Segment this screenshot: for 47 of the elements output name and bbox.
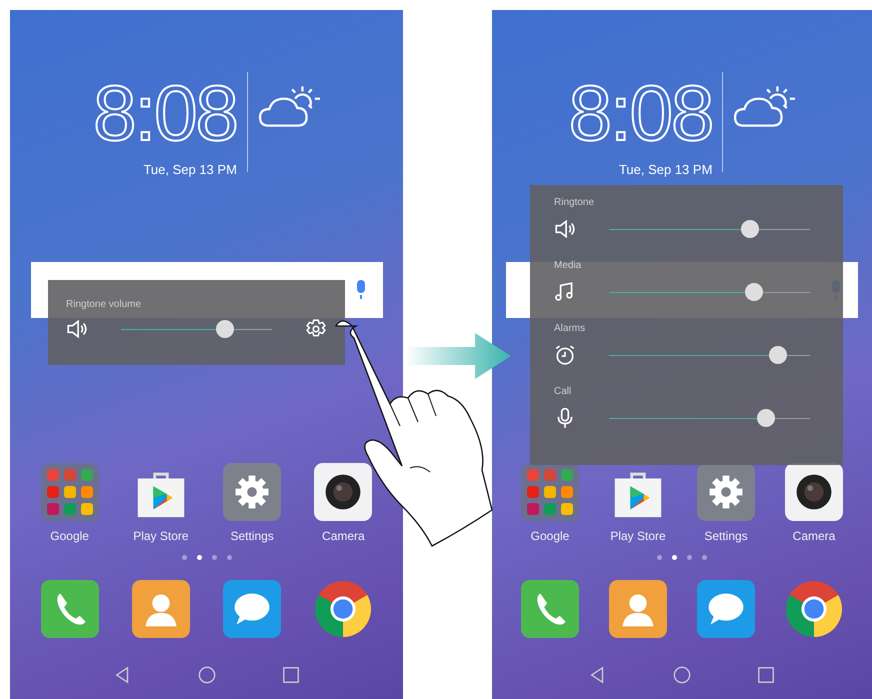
page-dot[interactable] bbox=[687, 555, 692, 560]
browser-icon[interactable] bbox=[314, 580, 372, 638]
phone-icon[interactable] bbox=[521, 580, 579, 638]
gear-icon[interactable] bbox=[697, 463, 755, 521]
app-label: Play Store bbox=[133, 529, 189, 543]
app-folder-icon[interactable] bbox=[521, 463, 579, 521]
page-dot[interactable] bbox=[182, 555, 186, 560]
microphone-icon[interactable] bbox=[354, 280, 366, 300]
app-label: Settings bbox=[704, 529, 748, 543]
browser-icon[interactable] bbox=[785, 580, 843, 638]
clock-date: Tue, Sep 13 PM bbox=[143, 162, 237, 177]
page-dot[interactable] bbox=[212, 555, 216, 560]
volume-label: Media bbox=[554, 260, 582, 271]
speaker-icon bbox=[554, 218, 576, 240]
chat-bubble-icon[interactable] bbox=[223, 580, 282, 638]
page-dot[interactable] bbox=[657, 555, 662, 560]
recent-apps-icon[interactable] bbox=[282, 666, 300, 684]
home-icon[interactable] bbox=[198, 666, 216, 684]
app-label: Camera bbox=[322, 529, 365, 543]
volume-label: Call bbox=[554, 386, 572, 397]
person-icon[interactable] bbox=[609, 580, 667, 638]
clock-date: Tue, Sep 13 PM bbox=[618, 162, 712, 177]
volume-label: Ringtone bbox=[554, 197, 596, 208]
app-folder-icon[interactable] bbox=[40, 463, 99, 521]
clock-time: 8:08 bbox=[93, 72, 237, 154]
clock-time: 8:08 bbox=[568, 72, 712, 154]
app-label: Camera bbox=[792, 529, 836, 543]
camera-lens-icon[interactable] bbox=[785, 463, 843, 521]
app-label: Play Store bbox=[610, 529, 666, 543]
speaker-icon bbox=[66, 318, 88, 340]
volume-label: Ringtone volume bbox=[66, 299, 142, 310]
page-dot[interactable] bbox=[226, 555, 232, 560]
alarm-clock-icon bbox=[554, 344, 576, 366]
home-icon[interactable] bbox=[673, 666, 691, 684]
phone-icon[interactable] bbox=[40, 580, 99, 638]
camera-lens-icon[interactable] bbox=[314, 463, 372, 521]
page-dot[interactable] bbox=[702, 555, 707, 560]
chat-bubble-icon[interactable] bbox=[697, 580, 755, 638]
app-label: Settings bbox=[230, 529, 274, 543]
app-label: Google bbox=[530, 529, 570, 543]
volume-label: Alarms bbox=[554, 323, 586, 334]
app-label: Google bbox=[50, 529, 89, 543]
page-dot[interactable] bbox=[672, 555, 677, 560]
page-dot[interactable] bbox=[196, 555, 202, 560]
gear-icon[interactable] bbox=[223, 463, 282, 521]
person-icon[interactable] bbox=[132, 580, 190, 638]
recent-apps-icon[interactable] bbox=[757, 666, 775, 684]
